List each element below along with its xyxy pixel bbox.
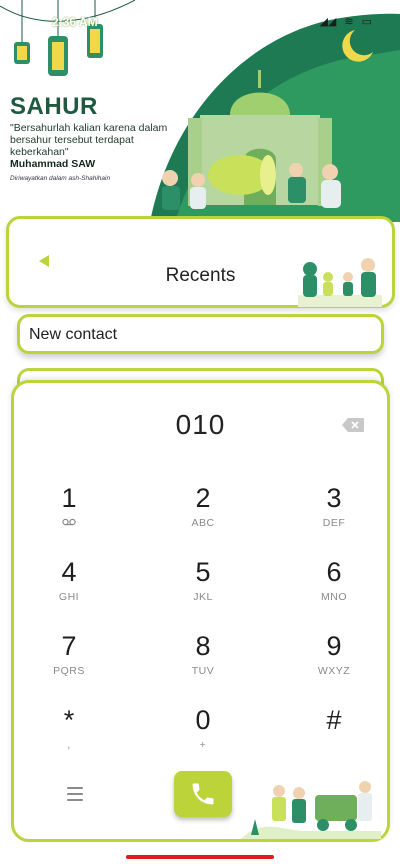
key-8[interactable]: 8 TUV	[148, 631, 258, 697]
key-letters: DEF	[322, 517, 346, 529]
key-digit: 1	[61, 483, 77, 513]
new-contact-button[interactable]: New contact	[17, 314, 384, 354]
voicemail-icon	[14, 517, 124, 529]
signal-icon: ◢◢	[319, 16, 337, 28]
key-letters: GHI	[58, 591, 80, 603]
market-illustration	[241, 781, 381, 839]
key-digit: #	[326, 705, 342, 735]
key-digit: 5	[195, 557, 211, 587]
key-digit: 6	[326, 557, 342, 587]
key-digit: *	[63, 705, 75, 735]
key-star[interactable]: * ,	[14, 705, 124, 771]
key-letters: WXYZ	[317, 665, 351, 677]
key-letters: ABC	[191, 517, 215, 529]
key-digit: 8	[195, 631, 211, 661]
banner-hadith: "Bersahurlah kalian karena dalam bersahu…	[10, 122, 168, 158]
dialed-number[interactable]: 010	[14, 409, 387, 441]
dialpad: 010 1 2 ABC 3 DEF 4 GHI 5 JKL 6 MNO 7 PQ…	[11, 380, 390, 842]
key-letters: MNO	[321, 591, 347, 603]
key-2[interactable]: 2 ABC	[148, 483, 258, 549]
family-illustration	[298, 258, 382, 307]
key-hash[interactable]: #	[279, 705, 389, 771]
wifi-icon: ≋	[344, 16, 354, 28]
key-9[interactable]: 9 WXYZ	[279, 631, 389, 697]
key-4[interactable]: 4 GHI	[14, 557, 124, 623]
key-digit: 0	[195, 705, 211, 735]
key-5[interactable]: 5 JKL	[148, 557, 258, 623]
key-digit: 3	[326, 483, 342, 513]
recents-header: Recents	[6, 216, 395, 308]
battery-icon: ▭	[361, 16, 372, 28]
phone-icon	[192, 783, 214, 805]
call-button[interactable]	[174, 771, 232, 817]
banner-title: SAHUR	[10, 93, 98, 120]
new-contact-label: New contact	[29, 326, 118, 343]
sahur-banner: 2:36 AM ◢◢ ≋ ▭ SAHUR "Bersahurlah kalian…	[0, 0, 400, 222]
key-letters: ,	[67, 739, 71, 751]
key-digit: 9	[326, 631, 342, 661]
key-7[interactable]: 7 PQRS	[14, 631, 124, 697]
key-digit: 7	[61, 631, 77, 661]
key-letters: PQRS	[53, 665, 85, 677]
key-6[interactable]: 6 MNO	[279, 557, 389, 623]
navigation-handle[interactable]	[126, 855, 274, 859]
status-time: 2:36 AM	[52, 15, 98, 29]
key-1[interactable]: 1	[14, 483, 124, 549]
backspace-icon[interactable]	[341, 417, 365, 433]
menu-icon[interactable]	[67, 787, 83, 801]
banner-author: Muhammad SAW	[10, 158, 96, 170]
key-letters: +	[199, 739, 207, 751]
status-icons: ◢◢ ≋ ▭	[319, 15, 372, 28]
key-0[interactable]: 0 +	[148, 705, 258, 771]
key-digit: 2	[195, 483, 211, 513]
banner-source: Diriwayatkan dalam ash-Shahihain	[10, 175, 111, 182]
key-3[interactable]: 3 DEF	[279, 483, 389, 549]
key-letters: JKL	[193, 591, 213, 603]
key-letters: TUV	[191, 665, 215, 677]
key-digit: 4	[61, 557, 77, 587]
